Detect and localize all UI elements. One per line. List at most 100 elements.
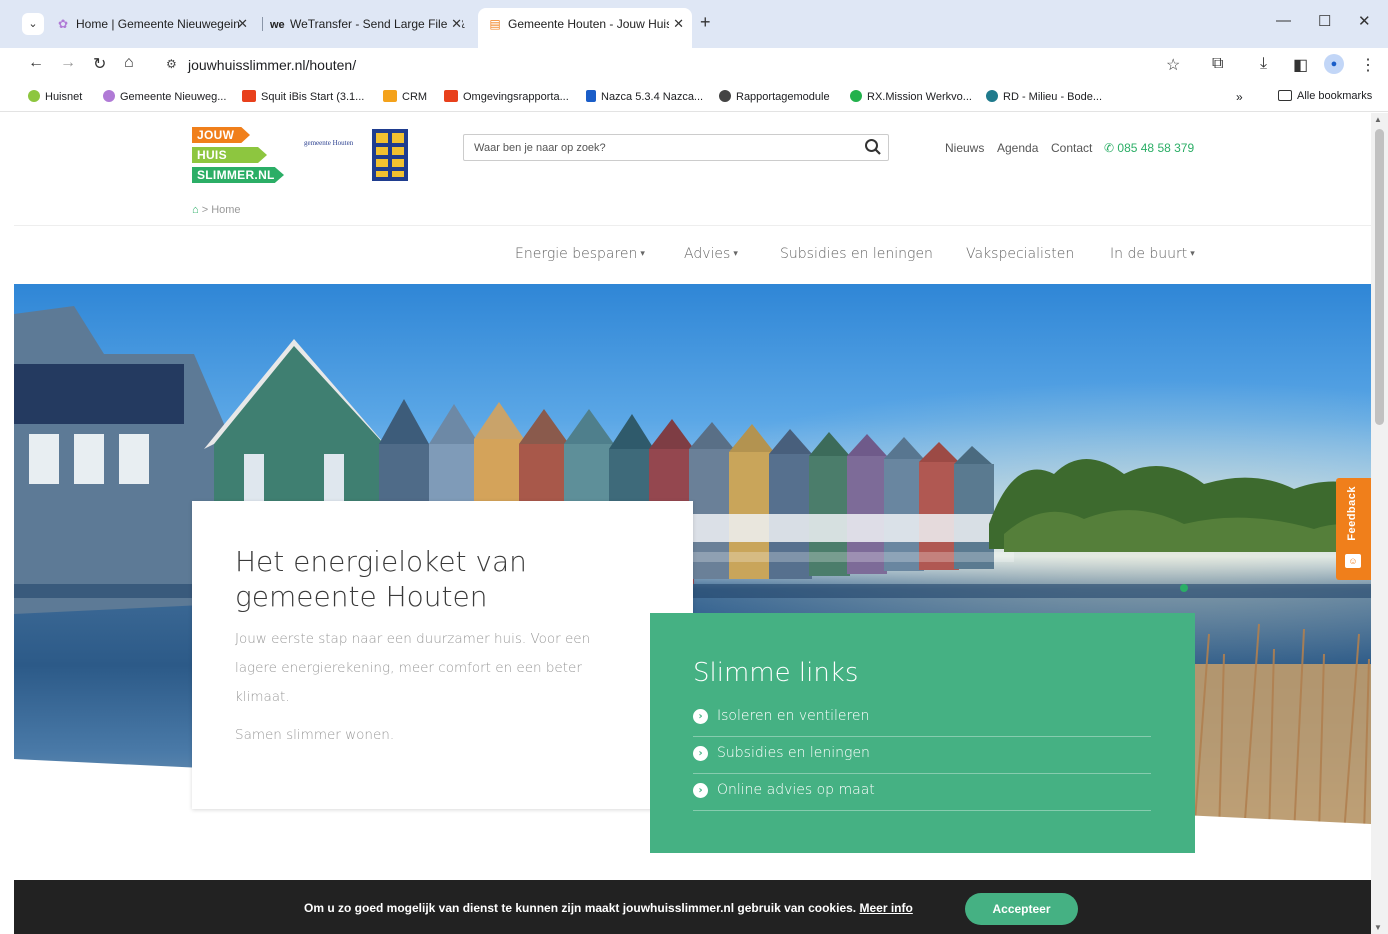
nav-energie-besparen[interactable]: Energie besparen ▾ bbox=[515, 246, 645, 262]
tab-title: Gemeente Houten - Jouw Huis bbox=[508, 17, 673, 31]
new-tab-button[interactable]: + bbox=[700, 12, 711, 33]
bookmark-favicon-icon bbox=[103, 90, 115, 102]
extensions-icon[interactable]: ⧉ bbox=[1212, 55, 1223, 73]
bookmark-omgevingsrapportage[interactable]: Omgevingsrapporta... bbox=[444, 90, 569, 103]
tab-title: Home | Gemeente Nieuwegein bbox=[76, 17, 240, 31]
caret-down-icon: ▾ bbox=[733, 249, 738, 259]
all-bookmarks[interactable]: Alle bookmarks bbox=[1278, 90, 1372, 102]
bookmarks-bar: Huisnet Gemeente Nieuweg... Squit iBis S… bbox=[0, 82, 1388, 112]
bookmark-crm[interactable]: CRM bbox=[383, 90, 427, 103]
side-panel-icon[interactable]: ◧ bbox=[1293, 55, 1308, 75]
bookmark-nazca[interactable]: Nazca 5.3.4 Nazca... bbox=[586, 90, 703, 103]
address-bar[interactable]: ⚙ jouwhuisslimmer.nl/houten/ bbox=[156, 51, 1196, 79]
chevron-right-icon: › bbox=[693, 783, 708, 798]
logo-line-3: SLIMMER.NL bbox=[192, 167, 284, 183]
search-input[interactable] bbox=[464, 135, 844, 160]
bookmark-favicon-icon bbox=[586, 90, 596, 102]
smart-link-online-advies[interactable]: › Online advies op maat bbox=[693, 774, 1151, 811]
phone-link[interactable]: ✆ 085 48 58 379 bbox=[1104, 141, 1194, 155]
back-arrow-icon[interactable]: ← bbox=[28, 54, 44, 72]
search-icon[interactable] bbox=[864, 138, 882, 156]
jouwhuisslimmer-logo[interactable]: JOUW HUIS SLIMMER.NL bbox=[192, 127, 292, 185]
phone-icon: ✆ bbox=[1104, 141, 1115, 155]
nav-vakspecialisten[interactable]: Vakspecialisten bbox=[966, 246, 1074, 262]
maximize-icon[interactable]: ☐ bbox=[1318, 12, 1331, 30]
bookmark-star-icon[interactable]: ☆ bbox=[1166, 55, 1180, 75]
close-icon[interactable]: ✕ bbox=[237, 8, 248, 40]
page-scrollbar[interactable]: ▲ ▼ bbox=[1371, 113, 1388, 934]
tab-search-chevron-icon[interactable]: ⌄ bbox=[22, 13, 44, 35]
header-divider bbox=[14, 225, 1371, 226]
browser-toolbar: ← → ↻ ⌂ ⚙ jouwhuisslimmer.nl/houten/ ☆ ⧉… bbox=[0, 48, 1388, 82]
bookmarks-overflow-button[interactable]: » bbox=[1236, 90, 1243, 104]
address-url[interactable]: jouwhuisslimmer.nl/houten/ bbox=[188, 57, 356, 73]
breadcrumb: ⌂ > Home bbox=[192, 204, 241, 216]
intro-text: Jouw eerste stap naar een duurzamer huis… bbox=[235, 631, 591, 705]
intro-card: Het energieloket van gemeente Houten Jou… bbox=[192, 501, 693, 809]
home-icon[interactable]: ⌂ bbox=[192, 204, 199, 216]
tab-divider bbox=[262, 17, 263, 31]
site-search bbox=[463, 134, 889, 161]
bookmark-rd-milieu[interactable]: RD - Milieu - Bode... bbox=[986, 90, 1102, 103]
site-info-icon[interactable]: ⚙ bbox=[166, 57, 177, 71]
bookmark-favicon-icon bbox=[986, 90, 998, 102]
chevron-right-icon: › bbox=[693, 746, 708, 761]
tab-gemeente-nieuwegein[interactable]: ✿ Home | Gemeente Nieuwegein ✕ bbox=[56, 8, 256, 40]
download-icon[interactable]: ⤓ bbox=[1260, 55, 1267, 73]
nav-in-de-buurt[interactable]: In de buurt ▾ bbox=[1110, 246, 1195, 262]
minimize-icon[interactable]: — bbox=[1276, 12, 1291, 29]
page-viewport: JOUW HUIS SLIMMER.NL gemeente Houten Nie… bbox=[14, 113, 1371, 934]
top-link-agenda[interactable]: Agenda bbox=[997, 141, 1038, 155]
window-close-icon[interactable]: ✕ bbox=[1358, 12, 1371, 30]
nav-subsidies-en-leningen[interactable]: Subsidies en leningen bbox=[780, 246, 933, 262]
profile-avatar-icon[interactable]: ● bbox=[1324, 54, 1344, 74]
intro-title: Het energieloket van gemeente Houten bbox=[235, 545, 527, 613]
gemeente-icon: ✿ bbox=[57, 17, 69, 31]
tab-wetransfer[interactable]: we WeTransfer - Send Large Files & ✕ bbox=[270, 8, 470, 40]
logo-line-2: HUIS bbox=[192, 147, 267, 163]
cookie-more-info-link[interactable]: Meer info bbox=[859, 901, 912, 915]
breadcrumb-home[interactable]: > Home bbox=[202, 204, 241, 216]
reload-icon[interactable]: ↻ bbox=[93, 54, 106, 74]
tab-strip: ⌄ ✿ Home | Gemeente Nieuwegein ✕ we WeTran… bbox=[0, 0, 1388, 48]
close-icon[interactable]: ✕ bbox=[669, 8, 684, 40]
smart-links-card: Slimme links › Isoleren en ventileren › Su… bbox=[650, 613, 1195, 853]
feedback-button[interactable]: Feedback ☺ bbox=[1336, 478, 1371, 580]
menu-kebab-icon[interactable]: ⋮ bbox=[1360, 55, 1376, 75]
top-link-contact[interactable]: Contact bbox=[1051, 141, 1092, 155]
smart-link-isoleren[interactable]: › Isoleren en ventileren bbox=[693, 700, 1151, 737]
bookmark-favicon-icon bbox=[383, 90, 397, 102]
scroll-thumb[interactable] bbox=[1375, 129, 1384, 425]
cookie-accept-button[interactable]: Accepteer bbox=[965, 893, 1078, 925]
caret-down-icon: ▾ bbox=[640, 249, 645, 259]
houten-crest-icon bbox=[372, 129, 408, 181]
chevron-right-icon: › bbox=[693, 709, 708, 724]
tab-jouwhuis-houten[interactable]: ▤ Gemeente Houten - Jouw Huis ✕ bbox=[478, 8, 692, 48]
bookmark-favicon-icon bbox=[719, 90, 731, 102]
scroll-down-arrow-icon[interactable]: ▼ bbox=[1374, 923, 1382, 932]
smart-link-subsidies[interactable]: › Subsidies en leningen bbox=[693, 737, 1151, 774]
cookie-message: Om u zo goed mogelijk van dienst te kunn… bbox=[304, 901, 913, 915]
jouwhuis-icon: ▤ bbox=[489, 17, 501, 31]
feedback-label: Feedback bbox=[1346, 486, 1358, 541]
bookmark-squit-ibis[interactable]: Squit iBis Start (3.1... bbox=[242, 90, 364, 103]
top-link-nieuws[interactable]: Nieuws bbox=[945, 141, 984, 155]
bookmark-gemeente-nieuwegein[interactable]: Gemeente Nieuweg... bbox=[103, 90, 226, 103]
bookmark-rxmission[interactable]: RX.Mission Werkvo... bbox=[850, 90, 972, 103]
gemeente-houten-label: gemeente Houten bbox=[304, 139, 354, 147]
bookmark-favicon-icon bbox=[444, 90, 458, 102]
bookmark-favicon-icon bbox=[242, 90, 256, 102]
bookmark-favicon-icon bbox=[28, 90, 40, 102]
bookmark-huisnet[interactable]: Huisnet bbox=[28, 90, 82, 103]
nav-advies[interactable]: Advies ▾ bbox=[684, 246, 738, 262]
forward-arrow-icon[interactable]: → bbox=[60, 54, 76, 72]
bookmark-favicon-icon bbox=[850, 90, 862, 102]
logo-line-1: JOUW bbox=[192, 127, 250, 143]
close-icon[interactable]: ✕ bbox=[447, 8, 462, 40]
cookie-bar: Om u zo goed mogelijk van dienst te kunn… bbox=[14, 880, 1371, 934]
home-icon[interactable]: ⌂ bbox=[124, 54, 134, 72]
scroll-up-arrow-icon[interactable]: ▲ bbox=[1374, 115, 1382, 124]
caret-down-icon: ▾ bbox=[1190, 249, 1195, 259]
bookmark-rapportagemodule[interactable]: Rapportagemodule bbox=[719, 90, 830, 103]
folder-icon bbox=[1278, 90, 1292, 101]
